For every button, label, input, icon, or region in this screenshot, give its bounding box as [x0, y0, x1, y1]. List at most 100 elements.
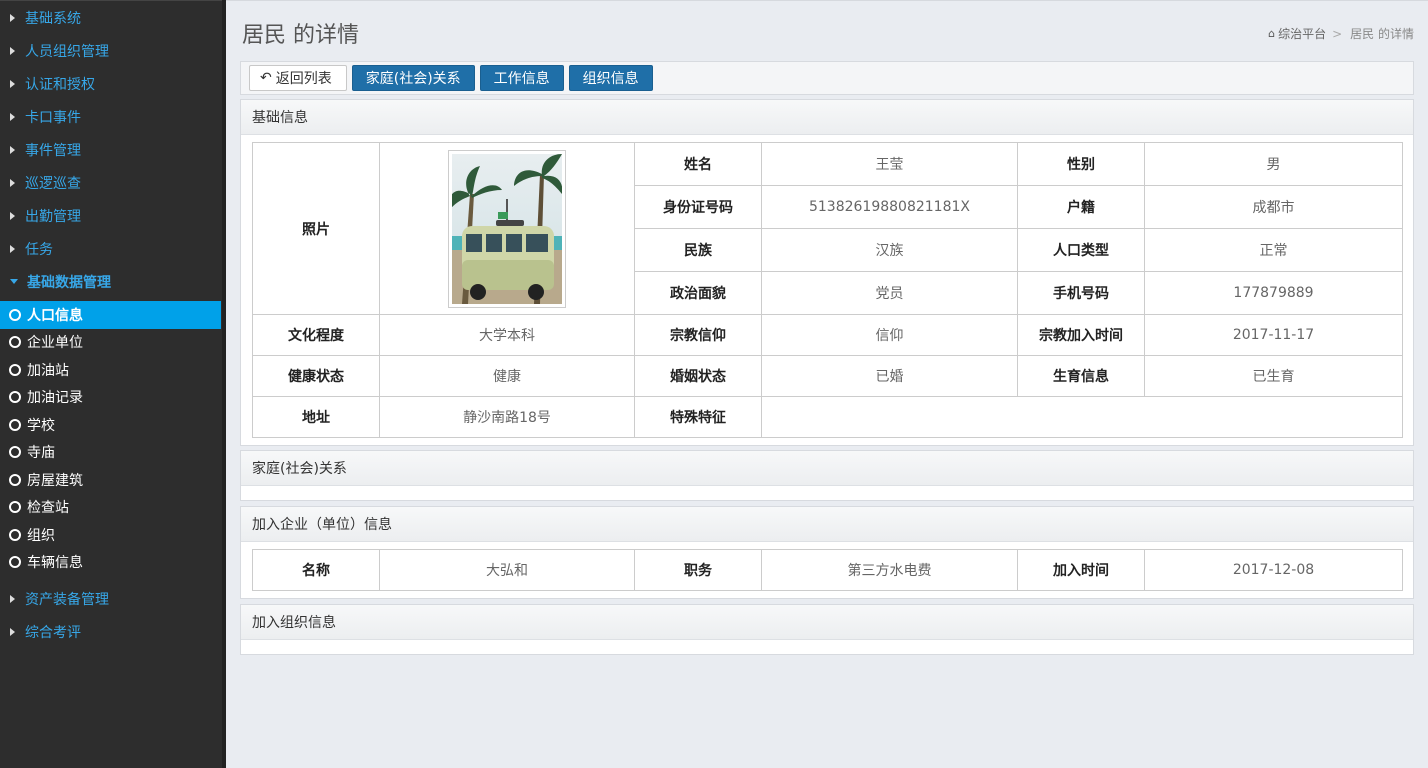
- panel-body: [241, 486, 1413, 500]
- education-label: 文化程度: [252, 314, 380, 356]
- political-value: 党员: [761, 271, 1018, 315]
- nav-group-label: 资产装备管理: [25, 591, 109, 608]
- panel-heading: 基础信息: [241, 100, 1413, 135]
- population-type-label: 人口类型: [1017, 228, 1145, 272]
- sub-item-gas-station[interactable]: 加油站: [0, 356, 222, 384]
- religion-label: 宗教信仰: [634, 314, 762, 356]
- name-label: 姓名: [634, 142, 762, 186]
- back-button-label: 返回列表: [275, 71, 332, 87]
- nav-group-event-management[interactable]: 事件管理: [0, 133, 222, 166]
- sub-item-enterprise[interactable]: 企业单位: [0, 329, 222, 357]
- sidebar: 基础系统 人员组织管理 认证和授权 卡口事件 事件管理 巡逻巡查 出勤管理 任务…: [0, 0, 226, 768]
- caret-right-icon: [10, 13, 15, 22]
- nav-group-attendance[interactable]: 出勤管理: [0, 199, 222, 232]
- sub-item-label: 寺庙: [27, 445, 55, 462]
- ethnic-value: 汉族: [761, 228, 1018, 272]
- home-icon: ⌂: [1268, 27, 1276, 40]
- nav-group-label: 人员组织管理: [25, 43, 109, 60]
- nav-group-evaluation[interactable]: 综合考评: [0, 615, 222, 648]
- sub-item-label: 加油记录: [27, 390, 83, 407]
- caret-right-icon: [10, 211, 15, 220]
- sub-item-label: 检查站: [27, 500, 69, 517]
- caret-down-icon: [10, 279, 18, 284]
- caret-right-icon: [10, 79, 15, 88]
- family-relations-button[interactable]: 家庭(社会)关系: [351, 65, 475, 91]
- ethnic-label: 民族: [634, 228, 762, 272]
- caret-right-icon: [10, 178, 15, 187]
- work-info-button[interactable]: 工作信息: [479, 65, 564, 91]
- gender-label: 性别: [1017, 142, 1145, 186]
- org-info-button[interactable]: 组织信息: [568, 65, 653, 91]
- main-content: 居民 的详情 ⌂ 综治平台 > 居民 的详情 ↶ 返回列表 家庭(社会)关系 工作…: [226, 0, 1428, 768]
- circle-outline-icon: [9, 528, 21, 541]
- company-info-panel: 加入企业（单位）信息 名称 大弘和 职务 第三方水电费 加入时间 2017-12…: [240, 506, 1414, 599]
- nav-group-assets[interactable]: 资产装备管理: [0, 582, 222, 615]
- panel-body: 照片 姓名 王莹 性别 男 身份证号码 51382619880821181X 户…: [241, 135, 1413, 445]
- panel-heading: 加入企业（单位）信息: [241, 507, 1413, 542]
- education-value: 大学本科: [379, 314, 635, 356]
- sub-item-label: 房屋建筑: [27, 472, 83, 489]
- page-title: 居民 的详情: [242, 23, 359, 48]
- resident-photo[interactable]: [448, 149, 566, 308]
- sub-item-organization[interactable]: 组织: [0, 521, 222, 549]
- nav-group-label: 事件管理: [25, 142, 81, 159]
- nav-group-checkpoint-events[interactable]: 卡口事件: [0, 100, 222, 133]
- nav-group-auth[interactable]: 认证和授权: [0, 67, 222, 100]
- caret-right-icon: [10, 46, 15, 55]
- organization-info-panel: 加入组织信息: [240, 604, 1414, 655]
- company-name-label: 名称: [252, 549, 380, 591]
- caret-right-icon: [10, 145, 15, 154]
- basic-info-table: 照片 姓名 王莹 性别 男 身份证号码 51382619880821181X 户…: [252, 142, 1403, 438]
- panel-body: 名称 大弘和 职务 第三方水电费 加入时间 2017-12-08: [241, 542, 1413, 598]
- special-feature-value: [761, 396, 1403, 438]
- religion-join-time-label: 宗教加入时间: [1017, 314, 1145, 356]
- circle-outline-icon: [9, 446, 21, 459]
- nav-group-personnel-org[interactable]: 人员组织管理: [0, 34, 222, 67]
- hukou-label: 户籍: [1017, 185, 1145, 229]
- company-join-time-label: 加入时间: [1017, 549, 1145, 591]
- sub-item-temple[interactable]: 寺庙: [0, 439, 222, 467]
- sub-item-label: 人口信息: [27, 307, 83, 324]
- circle-outline-icon: [9, 336, 21, 349]
- toolbar: ↶ 返回列表 家庭(社会)关系 工作信息 组织信息: [240, 61, 1414, 95]
- sub-item-vehicle[interactable]: 车辆信息: [0, 549, 222, 577]
- nav-group-patrol[interactable]: 巡逻巡查: [0, 166, 222, 199]
- caret-right-icon: [10, 627, 15, 636]
- religion-value: 信仰: [761, 314, 1018, 356]
- photo-label: 照片: [252, 142, 380, 315]
- hukou-value: 成都市: [1144, 185, 1403, 229]
- nav-group-label: 认证和授权: [25, 76, 95, 93]
- phone-label: 手机号码: [1017, 271, 1145, 315]
- panel-body: [241, 640, 1413, 654]
- sub-item-checkstation[interactable]: 检查站: [0, 494, 222, 522]
- circle-outline-icon: [9, 363, 21, 376]
- political-label: 政治面貌: [634, 271, 762, 315]
- panel-heading: 加入组织信息: [241, 605, 1413, 640]
- sub-item-school[interactable]: 学校: [0, 411, 222, 439]
- sub-item-population[interactable]: 人口信息: [0, 301, 221, 329]
- nav-group-base-data[interactable]: 基础数据管理: [0, 265, 222, 298]
- birth-info-label: 生育信息: [1017, 355, 1145, 397]
- nav-group-label: 基础系统: [25, 10, 81, 27]
- nav-group-label: 任务: [25, 241, 53, 258]
- company-post-value: 第三方水电费: [761, 549, 1018, 591]
- caret-right-icon: [10, 112, 15, 121]
- circle-outline-icon: [9, 556, 21, 569]
- resident-photo-image: [452, 153, 562, 304]
- sub-item-buildings[interactable]: 房屋建筑: [0, 466, 222, 494]
- breadcrumb-current: 居民 的详情: [1350, 27, 1414, 41]
- back-to-list-button[interactable]: ↶ 返回列表: [249, 65, 347, 91]
- address-value: 静沙南路18号: [379, 396, 635, 438]
- circle-outline-icon: [9, 391, 21, 404]
- company-info-table: 名称 大弘和 职务 第三方水电费 加入时间 2017-12-08: [252, 549, 1403, 591]
- caret-right-icon: [10, 594, 15, 603]
- phone-value: 177879889: [1144, 271, 1403, 315]
- caret-right-icon: [10, 244, 15, 253]
- nav-group-label: 基础数据管理: [27, 274, 111, 291]
- nav-group-tasks[interactable]: 任务: [0, 232, 222, 265]
- breadcrumb-home-link[interactable]: 综治平台: [1278, 25, 1326, 42]
- reply-arrow-icon: ↶: [260, 70, 272, 86]
- sub-item-label: 车辆信息: [27, 555, 83, 572]
- nav-group-basic-system[interactable]: 基础系统: [0, 1, 222, 34]
- sub-item-refuel-record[interactable]: 加油记录: [0, 384, 222, 412]
